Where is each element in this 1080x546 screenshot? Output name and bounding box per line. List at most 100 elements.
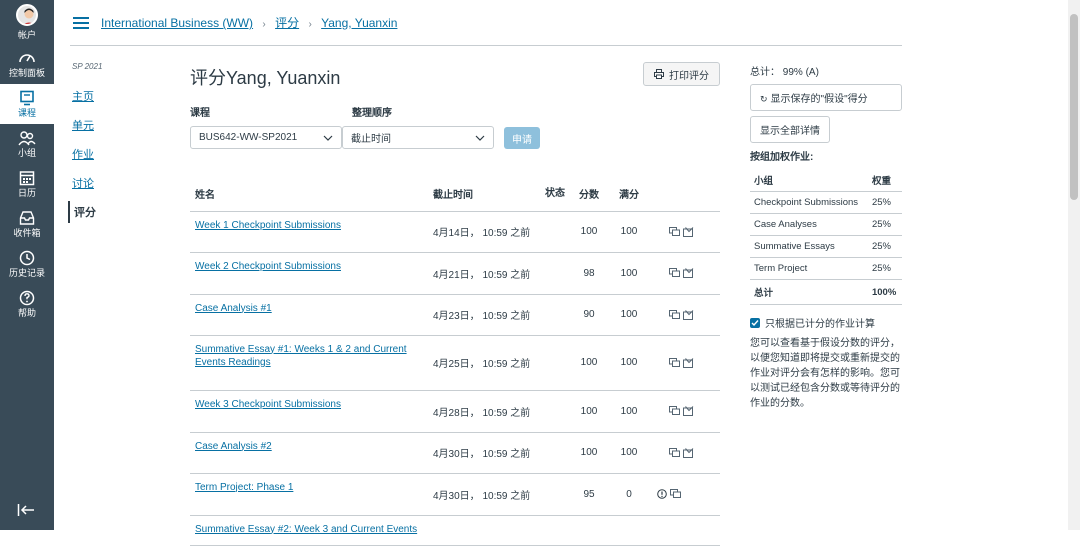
table-row: Week 3 Checkpoint Submissions 4月28日， 10:5…: [190, 390, 720, 433]
checkbox-checked-icon[interactable]: [750, 317, 760, 328]
status-cell: [545, 335, 569, 391]
assignment-name-cell: Week 2 Checkpoint Submissions: [190, 252, 433, 295]
course-nav-grades[interactable]: 评分: [68, 201, 168, 223]
gnav-account[interactable]: 帐户: [0, 0, 54, 44]
status-cell: [545, 294, 569, 336]
due-date: 4月30日， 10:59 之前: [433, 473, 545, 516]
scrollbar-thumb[interactable]: [1070, 14, 1078, 200]
grades-main: 评分Yang, Yuanxin 打印评分 课程 BUS642-WW-SP2021…: [190, 58, 722, 546]
sort-label: 整理顺序: [352, 108, 392, 119]
whatif-note: 您可以查看基于假设分数的评分，以便您知道即将提交或重新提交的作业对评分会有怎样的…: [750, 338, 900, 409]
comment-icon[interactable]: [669, 406, 680, 416]
row-actions: [649, 432, 720, 474]
graded-only-checkbox[interactable]: 只根据已计分的作业计算: [750, 315, 902, 330]
status-cell: [545, 211, 569, 253]
chevron-right-icon: ›: [308, 19, 312, 30]
comment-icon[interactable]: [669, 447, 680, 458]
rubric-icon[interactable]: [683, 226, 694, 237]
comment-icon[interactable]: [669, 357, 680, 368]
print-grades-button[interactable]: 打印评分: [643, 62, 720, 86]
course-nav-modules[interactable]: 单元: [68, 114, 168, 136]
course-select[interactable]: BUS642-WW-SP2021: [190, 126, 342, 149]
weights-table: 小组 权重 Checkpoint Submissions 25% Case Anal…: [750, 169, 902, 305]
rubric-icon[interactable]: [683, 357, 694, 368]
comment-icon[interactable]: [669, 226, 680, 237]
page-scrollbar[interactable]: [1068, 0, 1080, 530]
comment-icon[interactable]: [670, 489, 681, 499]
weight-row: Checkpoint Submissions 25%: [750, 191, 902, 214]
assignment-name-cell: Case Analysis #2: [190, 432, 433, 474]
course-nav: SP 2021 主页 单元 作业 讨论 评分: [68, 58, 168, 230]
course-nav-assignments[interactable]: 作业: [68, 143, 168, 165]
weight-value: 25%: [867, 191, 902, 214]
assignment-name-cell: Term Project: Phase 1: [190, 473, 433, 516]
rubric-icon[interactable]: [683, 447, 694, 458]
gnav-label: 收件箱: [13, 227, 41, 238]
course-nav-home[interactable]: 主页: [68, 85, 168, 107]
assignment-link[interactable]: Term Project: Phase 1: [195, 482, 293, 493]
assignment-link[interactable]: Week 2 Checkpoint Submissions: [195, 261, 341, 272]
total-grade: 总计： 99% (A): [750, 67, 819, 78]
score: 95: [569, 473, 609, 516]
comment-icon[interactable]: [669, 309, 680, 320]
gnav-calendar[interactable]: 日历: [0, 164, 54, 204]
alert-icon: [657, 489, 667, 499]
row-actions: [649, 515, 720, 546]
due-date: 4月14日， 10:59 之前: [433, 211, 545, 253]
status-cell: [545, 473, 569, 516]
table-row: Summative Essay #2: Week 3 and Current E…: [190, 515, 720, 546]
sort-select[interactable]: 截止时间: [342, 126, 494, 149]
gnav-inbox[interactable]: 收件箱: [0, 204, 54, 244]
assignment-link[interactable]: Case Analysis #2: [195, 441, 272, 452]
gnav-label: 日历: [17, 187, 36, 198]
gnav-help[interactable]: 帮助: [0, 284, 54, 324]
table-row: Week 1 Checkpoint Submissions 4月14日， 10:5…: [190, 211, 720, 253]
assignment-link[interactable]: Week 1 Checkpoint Submissions: [195, 220, 341, 231]
score: 100: [569, 335, 609, 391]
col-total: 满分: [609, 177, 649, 212]
weight-row: Summative Essays 25%: [750, 235, 902, 258]
weight-group: Summative Essays: [750, 235, 868, 258]
points-possible: 100: [609, 211, 649, 253]
breadcrumb-section[interactable]: 评分: [275, 16, 299, 30]
col-score: 分数: [569, 177, 609, 212]
row-actions: [649, 211, 720, 253]
assignment-name-cell: Week 1 Checkpoint Submissions: [190, 211, 433, 253]
comment-icon[interactable]: [669, 268, 680, 278]
gnav-history[interactable]: 历史记录: [0, 244, 54, 284]
assignment-link[interactable]: Summative Essay #2: Week 3 and Current E…: [195, 524, 417, 535]
menu-icon[interactable]: [73, 14, 89, 32]
rubric-icon[interactable]: [683, 268, 694, 278]
gnav-label: 控制面板: [8, 67, 45, 78]
show-all-details-button[interactable]: 显示全部详情: [750, 116, 830, 143]
due-date: 4月28日， 10:59 之前: [433, 390, 545, 433]
rubric-icon[interactable]: [683, 406, 694, 416]
breadcrumb: International Business (WW) › 评分 › Yang,…: [101, 14, 397, 31]
table-row: Term Project: Phase 1 4月30日， 10:59 之前 95 0: [190, 473, 720, 516]
status-cell: [545, 390, 569, 433]
page-header: International Business (WW) › 评分 › Yang,…: [70, 0, 902, 46]
breadcrumb-course[interactable]: International Business (WW): [101, 16, 253, 30]
gnav-dashboard[interactable]: 控制面板: [0, 44, 54, 84]
clock-icon: [19, 250, 35, 265]
points-possible: 0: [609, 473, 649, 516]
collapse-nav-icon[interactable]: [17, 503, 35, 522]
col-due: 截止时间: [433, 177, 545, 212]
gnav-courses[interactable]: 课程: [0, 84, 54, 124]
points-possible: 100: [609, 432, 649, 474]
assignment-link[interactable]: Week 3 Checkpoint Submissions: [195, 399, 341, 410]
rubric-icon[interactable]: [683, 309, 694, 320]
show-whatif-button[interactable]: ↻ 显示保存的"假设"得分: [750, 84, 902, 111]
assignment-link[interactable]: Case Analysis #1: [195, 303, 272, 314]
weight-group: 总计: [750, 279, 868, 305]
course-nav-discussions[interactable]: 讨论: [68, 172, 168, 194]
whatif-icon: ↻: [760, 94, 768, 104]
gnav-groups[interactable]: 小组: [0, 124, 54, 164]
apply-button[interactable]: 申请: [504, 127, 540, 149]
row-actions: [649, 335, 720, 391]
points-possible: 100: [609, 390, 649, 433]
assignment-link[interactable]: Summative Essay #1: Weeks 1 & 2 and Curr…: [195, 344, 407, 368]
breadcrumb-student[interactable]: Yang, Yuanxin: [321, 16, 397, 30]
score: 100: [569, 211, 609, 253]
weight-row: 总计 100%: [750, 279, 902, 305]
